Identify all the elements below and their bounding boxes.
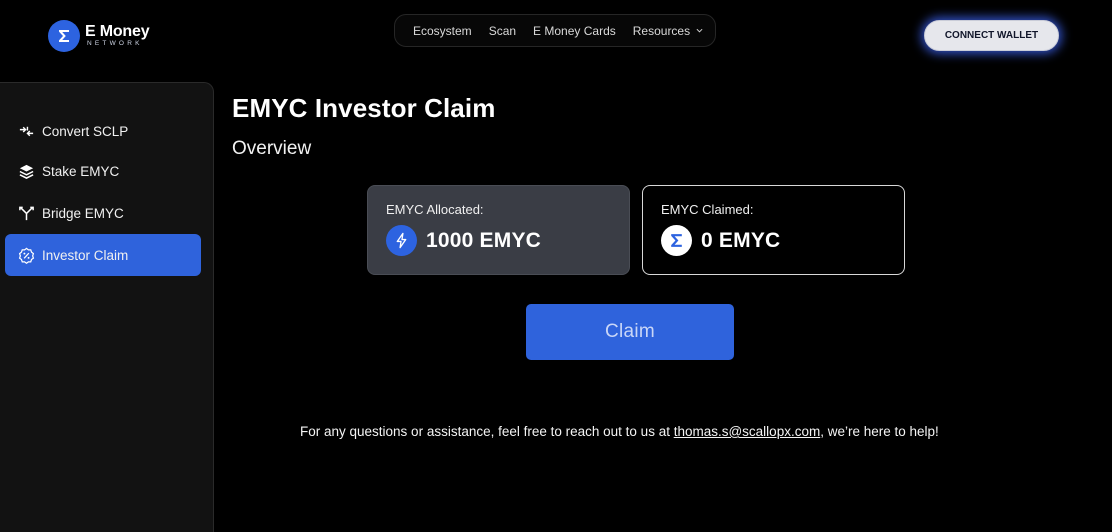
nav-emoney-cards[interactable]: E Money Cards	[533, 24, 616, 38]
bolt-icon	[386, 225, 417, 256]
layers-icon	[19, 164, 34, 179]
bridge-icon	[19, 206, 34, 220]
support-email-link[interactable]: thomas.s@scallopx.com	[674, 424, 821, 439]
emoney-logo-icon	[48, 20, 80, 52]
claimed-card: EMYC Claimed: 0 EMYC	[642, 185, 905, 275]
convert-icon	[19, 126, 34, 136]
sidebar-item-label: Convert SCLP	[42, 123, 129, 139]
allocated-card: EMYC Allocated: 1000 EMYC	[367, 185, 630, 275]
claim-button[interactable]: Claim	[526, 304, 734, 360]
sidebar-item-stake-emyc[interactable]: Stake EMYC	[5, 150, 201, 192]
sidebar-item-investor-claim[interactable]: Investor Claim	[5, 234, 201, 276]
emoney-logo-icon	[661, 225, 692, 256]
sidebar-item-label: Investor Claim	[42, 247, 129, 263]
main-nav: Ecosystem Scan E Money Cards Resources	[394, 14, 716, 47]
page-title: EMYC Investor Claim	[232, 93, 496, 123]
nav-resources[interactable]: Resources	[633, 24, 703, 38]
allocated-value: 1000 EMYC	[426, 228, 542, 252]
help-text-before: For any questions or assistance, feel fr…	[300, 424, 674, 439]
sidebar-item-label: Stake EMYC	[42, 163, 120, 179]
chevron-down-icon	[696, 28, 703, 33]
sidebar-item-convert-sclp[interactable]: Convert SCLP	[5, 110, 201, 152]
claimed-label: EMYC Claimed:	[661, 202, 754, 217]
top-header: E Money NETWORK Ecosystem Scan E Money C…	[0, 0, 1112, 75]
brand-name: E Money	[85, 23, 150, 41]
nav-resources-label: Resources	[632, 23, 691, 38]
sidebar: Convert SCLP Stake EMYC Bridge EMYC Inve…	[0, 82, 214, 532]
claimed-value: 0 EMYC	[701, 228, 781, 252]
nav-ecosystem[interactable]: Ecosystem	[413, 24, 472, 38]
connect-wallet-button[interactable]: CONNECT WALLET	[924, 20, 1059, 51]
help-text-after: , we’re here to help!	[820, 424, 939, 439]
brand-subtitle: NETWORK	[87, 40, 143, 48]
sidebar-item-label: Bridge EMYC	[42, 205, 124, 221]
percent-badge-icon	[18, 247, 35, 264]
brand-logo[interactable]: E Money NETWORK	[48, 20, 150, 52]
sidebar-item-bridge-emyc[interactable]: Bridge EMYC	[5, 192, 201, 234]
section-subtitle: Overview	[232, 138, 312, 159]
nav-scan[interactable]: Scan	[489, 24, 516, 38]
help-note: For any questions or assistance, feel fr…	[300, 424, 939, 439]
allocated-label: EMYC Allocated:	[386, 202, 484, 217]
